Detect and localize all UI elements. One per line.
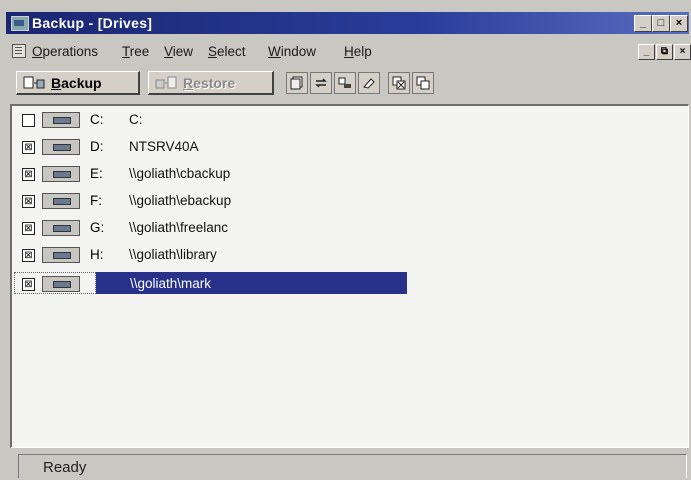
drive-checkbox[interactable]: ⊠: [22, 278, 35, 291]
menu-select[interactable]: Select: [208, 44, 246, 59]
drive-path: \\goliath\cbackup: [129, 166, 231, 181]
tape-icon: [338, 77, 351, 88]
toolbar: Backup Restore: [6, 68, 689, 100]
drive-row[interactable]: ⊠ F: \\goliath\ebackup: [12, 189, 688, 215]
erase-icon: [363, 78, 375, 89]
status-text: Ready: [43, 459, 87, 476]
network-drive-icon: [42, 166, 80, 182]
local-drive-icon: [42, 139, 80, 155]
backup-button[interactable]: Backup: [16, 71, 140, 95]
status-bar: Ready: [6, 452, 689, 480]
restore-icon: [155, 76, 177, 89]
drive-path: \\goliath\ebackup: [129, 193, 232, 208]
network-drive-icon: [42, 276, 80, 292]
menu-operations[interactable]: Operations: [32, 44, 98, 59]
select-all-button[interactable]: [388, 72, 410, 94]
backup-label: Backup: [51, 75, 102, 91]
child-restore-button[interactable]: ⧉: [656, 44, 673, 60]
backup-window: Backup - [Drives] _ □ × Operations Tree …: [0, 0, 691, 480]
deselect-icon: [416, 76, 430, 90]
drive-row[interactable]: ⊠ D: NTSRV40A: [12, 135, 688, 161]
backup-app-icon: [11, 16, 29, 31]
drive-letter: F:: [90, 193, 102, 208]
maximize-button[interactable]: □: [652, 15, 670, 32]
backup-icon: [23, 76, 45, 89]
drive-path: \\goliath\mark: [130, 276, 212, 291]
menu-tree[interactable]: Tree: [122, 44, 149, 59]
drive-list[interactable]: C: C: ⊠ D: NTSRV40A ⊠ E: \\goliath\cback…: [10, 104, 689, 448]
network-drive-icon: [42, 220, 80, 236]
drive-row[interactable]: ⊠ H: \\goliath\library: [12, 243, 688, 269]
drive-path: \\goliath\freelanc: [129, 220, 229, 235]
catalog-icon: [290, 76, 303, 90]
status-panel: Ready: [18, 454, 687, 478]
drive-row[interactable]: ⊠ E: \\goliath\cbackup: [12, 162, 688, 188]
drive-checkbox[interactable]: ⊠: [22, 222, 35, 235]
child-close-button[interactable]: ×: [674, 44, 691, 60]
restore-label: Restore: [183, 75, 236, 91]
transfer-icon: [315, 78, 327, 88]
window-title: Backup - [Drives]: [32, 15, 153, 31]
transfer-button[interactable]: [310, 72, 332, 94]
drive-checkbox[interactable]: ⊠: [22, 195, 35, 208]
child-minimize-button[interactable]: _: [638, 44, 655, 60]
menu-help[interactable]: Help: [344, 44, 372, 59]
tape-button[interactable]: [334, 72, 356, 94]
drive-row[interactable]: ⊠ G: \\goliath\freelanc: [12, 216, 688, 242]
drive-letter: C:: [90, 112, 104, 127]
drive-letter: G:: [90, 220, 105, 235]
menu-window[interactable]: Window: [268, 44, 316, 59]
drive-letter: E:: [90, 166, 103, 181]
local-drive-icon: [42, 112, 80, 128]
drive-checkbox[interactable]: ⊠: [22, 249, 35, 262]
restore-button[interactable]: Restore: [148, 71, 274, 95]
drive-letter: H:: [90, 247, 104, 262]
catalog-button[interactable]: [286, 72, 308, 94]
menu-view[interactable]: View: [164, 44, 193, 59]
menu-bar: Operations Tree View Select Window Help …: [6, 40, 691, 62]
drive-letter: D:: [90, 139, 104, 154]
title-bar[interactable]: Backup - [Drives] _ □ ×: [6, 12, 689, 34]
drive-path: C:: [129, 112, 143, 127]
select-all-icon: [392, 76, 406, 90]
minimize-button[interactable]: _: [634, 15, 652, 32]
close-button[interactable]: ×: [670, 15, 688, 32]
drive-row[interactable]: C: C:: [12, 108, 688, 134]
drive-path: NTSRV40A: [129, 139, 199, 154]
drive-checkbox[interactable]: ⊠: [22, 141, 35, 154]
network-drive-icon: [42, 193, 80, 209]
drive-row-selected[interactable]: ⊠ \\goliath\mark: [12, 272, 688, 298]
drive-checkbox[interactable]: ⊠: [22, 168, 35, 181]
network-drive-icon: [42, 247, 80, 263]
erase-button[interactable]: [358, 72, 380, 94]
deselect-button[interactable]: [412, 72, 434, 94]
drive-checkbox[interactable]: [22, 114, 35, 127]
drive-path: \\goliath\library: [129, 247, 217, 262]
document-menu-icon[interactable]: [12, 44, 26, 58]
